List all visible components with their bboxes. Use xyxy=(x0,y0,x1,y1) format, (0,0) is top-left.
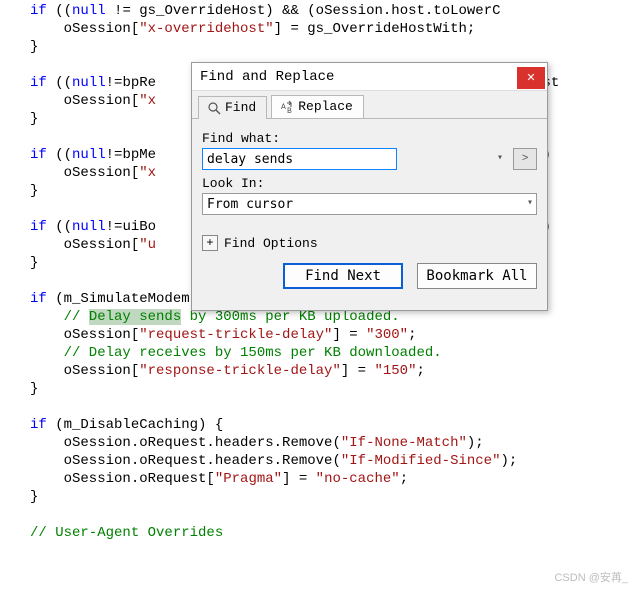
dialog-buttons: Find Next Bookmark All xyxy=(202,263,537,289)
replace-icon: AB xyxy=(280,100,294,114)
code-line: // User-Agent Overrides xyxy=(30,525,223,541)
svg-text:A: A xyxy=(281,103,286,112)
find-what-label: Find what: xyxy=(202,131,537,146)
code-line: } xyxy=(30,381,38,397)
tab-replace[interactable]: AB Replace xyxy=(271,95,364,118)
code-line: oSession.oRequest["Pragma"] = "no-cache"… xyxy=(30,471,408,487)
look-in-select[interactable] xyxy=(202,193,537,215)
close-icon: ✕ xyxy=(526,71,535,84)
tab-find-label: Find xyxy=(225,100,256,115)
find-what-input[interactable] xyxy=(202,148,397,170)
watermark: CSDN @安苒_ xyxy=(554,569,628,585)
code-line: if (m_SimulateModem) { xyxy=(30,291,215,307)
dialog-tabs: Find AB Replace xyxy=(192,91,547,119)
find-next-arrow-button[interactable]: > xyxy=(513,148,537,170)
find-next-label: Find Next xyxy=(305,268,381,284)
code-line: oSession["x-overridehost"] = gs_Override… xyxy=(30,21,475,37)
find-icon xyxy=(207,101,221,115)
find-next-button[interactable]: Find Next xyxy=(283,263,403,289)
code-line: oSession["x xyxy=(30,165,156,181)
code-line: } xyxy=(30,39,38,55)
find-options-expander[interactable]: + xyxy=(202,235,218,251)
chevron-down-icon: ▾ xyxy=(497,152,503,164)
code-line: } xyxy=(30,183,38,199)
dialog-body: Find what: ▾ > Look In: ▾ + Find Options xyxy=(192,119,547,299)
svg-text:B: B xyxy=(287,107,292,114)
code-line: } xyxy=(30,255,38,271)
find-replace-dialog: Find and Replace ✕ Find AB Replace Find … xyxy=(191,62,548,311)
look-in-label: Look In: xyxy=(202,176,537,191)
dialog-title: Find and Replace xyxy=(200,69,334,85)
plus-icon: + xyxy=(206,236,213,250)
find-what-wrap: ▾ xyxy=(202,148,507,170)
tab-find[interactable]: Find xyxy=(198,96,267,119)
find-options-label: Find Options xyxy=(224,236,318,251)
bookmark-all-label: Bookmark All xyxy=(426,268,527,284)
code-line: oSession.oRequest.headers.Remove("If-Non… xyxy=(30,435,484,451)
dialog-titlebar[interactable]: Find and Replace ✕ xyxy=(192,63,547,91)
code-line: oSession["u xyxy=(30,237,156,253)
code-line: oSession["x xyxy=(30,93,156,109)
code-line: } xyxy=(30,111,38,127)
find-options-row: + Find Options xyxy=(202,235,537,251)
code-line: oSession.oRequest.headers.Remove("If-Mod… xyxy=(30,453,517,469)
chevron-right-icon: > xyxy=(522,153,529,165)
tab-replace-label: Replace xyxy=(298,99,353,114)
code-line: oSession["request-trickle-delay"] = "300… xyxy=(30,327,416,343)
code-line: // Delay receives by 150ms per KB downlo… xyxy=(30,345,442,361)
close-button[interactable]: ✕ xyxy=(517,67,545,89)
code-line: // Delay sends by 300ms per KB uploaded. xyxy=(30,309,400,325)
code-line: if (m_DisableCaching) { xyxy=(30,417,223,433)
look-in-wrap: ▾ xyxy=(202,193,537,215)
code-line: oSession["response-trickle-delay"] = "15… xyxy=(30,363,425,379)
code-line: } xyxy=(30,489,38,505)
code-line: if ((null != gs_OverrideHost) && (oSessi… xyxy=(30,3,501,19)
bookmark-all-button[interactable]: Bookmark All xyxy=(417,263,537,289)
